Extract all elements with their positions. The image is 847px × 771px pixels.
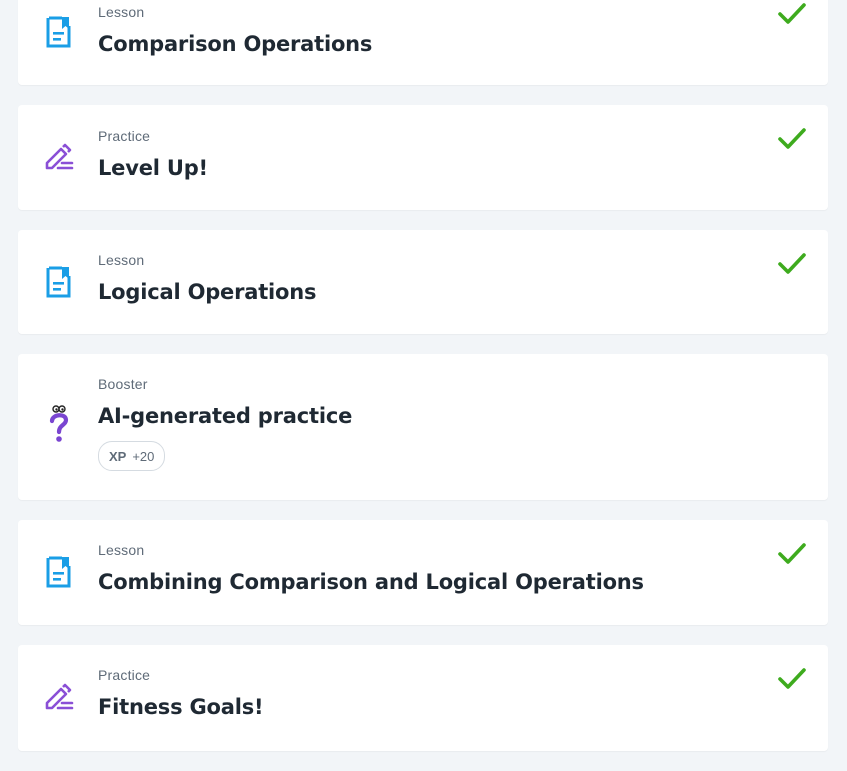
check-icon (778, 543, 806, 564)
lesson-doc-icon (42, 15, 76, 49)
question-mark-icon (42, 405, 76, 442)
item-type-label: Practice (98, 128, 151, 144)
list-item-combining-operations[interactable]: Lesson Combining Comparison and Logical … (18, 520, 828, 625)
check-icon (778, 668, 806, 689)
item-type-label: Lesson (98, 542, 145, 558)
item-title: Level Up! (98, 156, 208, 180)
item-title: Fitness Goals! (98, 695, 264, 719)
item-title: Logical Operations (98, 280, 317, 304)
list-item-logical-operations[interactable]: Lesson Logical Operations (18, 230, 828, 334)
lesson-doc-icon (42, 265, 76, 299)
item-type-label: Practice (98, 667, 151, 683)
list-item-level-up[interactable]: Practice Level Up! (18, 105, 828, 210)
list-item-comparison-operations[interactable]: Lesson Comparison Operations (18, 0, 828, 85)
lesson-doc-icon (42, 555, 76, 589)
list-item-fitness-goals[interactable]: Practice Fitness Goals! (18, 645, 828, 751)
check-icon (778, 3, 806, 24)
practice-pencil-icon (42, 140, 76, 174)
item-title: AI-generated practice (98, 404, 353, 428)
practice-pencil-icon (42, 680, 76, 714)
check-icon (778, 128, 806, 149)
item-type-label: Lesson (98, 252, 145, 268)
item-type-label: Lesson (98, 4, 145, 20)
course-items-list: Lesson Comparison Operations Practice Le… (18, 0, 828, 771)
xp-value: +20 (132, 448, 155, 464)
check-icon (778, 253, 806, 274)
item-type-label: Booster (98, 376, 148, 392)
xp-label: XP (109, 448, 127, 464)
item-title: Comparison Operations (98, 32, 373, 56)
xp-badge: XP +20 (98, 441, 166, 471)
item-title: Combining Comparison and Logical Operati… (98, 570, 644, 594)
list-item-ai-generated-practice[interactable]: Booster AI-generated practice XP +20 (18, 354, 828, 500)
